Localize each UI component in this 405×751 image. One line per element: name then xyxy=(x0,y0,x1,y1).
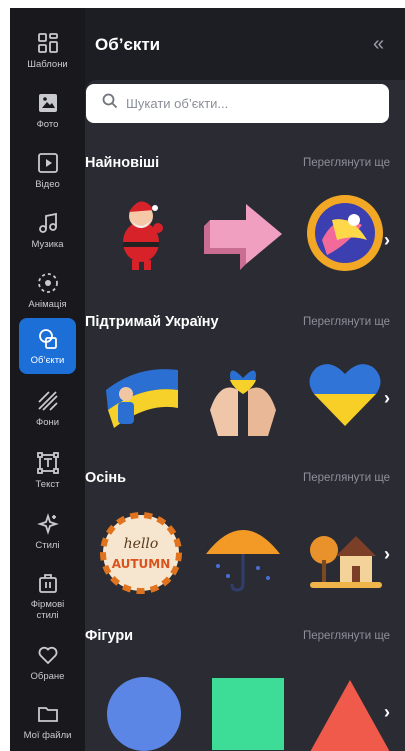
rail-label: Музика xyxy=(31,238,64,250)
animation-icon xyxy=(36,271,60,295)
rail-label: Мої файли xyxy=(23,729,72,741)
search-field[interactable] xyxy=(86,84,389,123)
shape-row xyxy=(88,676,395,751)
next-arrow-newest[interactable]: › xyxy=(384,230,395,250)
rail-item-video[interactable]: Відео xyxy=(10,140,85,200)
ukraine-heart-sticker[interactable] xyxy=(302,350,388,436)
sticker-row-newest xyxy=(88,190,395,290)
heart-icon xyxy=(36,643,60,667)
rail-label: Анімація xyxy=(28,298,67,310)
rail-label: Фони xyxy=(35,416,60,428)
rail-item-objects[interactable]: Об’єкти xyxy=(19,318,76,374)
collapse-panel-button[interactable]: « xyxy=(373,34,384,54)
video-icon xyxy=(36,151,60,175)
see-more-newest[interactable]: Переглянути ще xyxy=(303,157,390,169)
see-more-shapes[interactable]: Переглянути ще xyxy=(303,630,390,642)
objects-icon xyxy=(36,327,60,351)
blue-circle-shape[interactable] xyxy=(106,676,192,751)
rail-label: Текст xyxy=(35,478,60,490)
section-title-support-ukraine: Підтримай Україну xyxy=(85,314,219,330)
panel-title: Об’єкти xyxy=(95,35,161,54)
rail-label: Шаблони xyxy=(27,58,68,70)
santa-sticker[interactable] xyxy=(98,190,184,276)
search-icon xyxy=(102,93,118,114)
styles-icon xyxy=(36,512,60,536)
colorful-swirl-sticker[interactable] xyxy=(302,190,388,276)
see-more-support-ukraine[interactable]: Переглянути ще xyxy=(303,316,390,328)
rail-item-text[interactable]: Текст xyxy=(10,440,85,500)
next-arrow-support-ukraine[interactable]: › xyxy=(384,388,395,408)
rail-label: Об’єкти xyxy=(30,354,65,366)
left-rail: Шаблони Фото Відео Музика Анімація Об’єк… xyxy=(10,8,85,751)
music-icon xyxy=(36,211,60,235)
see-more-autumn[interactable]: Переглянути ще xyxy=(303,472,390,484)
next-arrow-shapes[interactable]: › xyxy=(384,702,395,722)
rail-label: Відео xyxy=(35,178,60,190)
rail-label: Фото xyxy=(36,118,59,130)
rail-item-templates[interactable]: Шаблони xyxy=(10,20,85,80)
autumn-house-sticker[interactable] xyxy=(302,510,388,596)
sticker-row-autumn: hello AUTUMN xyxy=(88,510,395,610)
rail-item-music[interactable]: Музика xyxy=(10,200,85,260)
rail-item-my-files[interactable]: Мої файли xyxy=(10,691,85,751)
rail-item-animation[interactable]: Анімація xyxy=(10,260,85,320)
section-title-autumn: Осінь xyxy=(85,470,127,486)
umbrella-sticker[interactable] xyxy=(200,510,286,596)
rail-item-favorites[interactable]: Обране xyxy=(10,632,85,692)
backgrounds-icon xyxy=(36,389,60,413)
hands-heart-sticker[interactable] xyxy=(200,350,286,436)
rail-label: Стилі xyxy=(35,539,60,551)
rail-item-brand-styles[interactable]: Фірмові стилі xyxy=(10,564,85,628)
green-square-shape[interactable] xyxy=(212,678,298,751)
search-input[interactable] xyxy=(126,96,366,111)
rail-item-photo[interactable]: Фото xyxy=(10,80,85,140)
autumn-text: AUTUMN xyxy=(112,557,171,571)
text-icon xyxy=(36,451,60,475)
section-title-shapes: Фігури xyxy=(85,628,134,644)
rail-item-styles[interactable]: Стилі xyxy=(10,501,85,561)
sticker-row-support-ukraine xyxy=(88,350,395,450)
red-triangle-shape[interactable] xyxy=(310,680,395,751)
rail-label: Обране xyxy=(30,670,65,682)
brand-styles-icon xyxy=(36,571,60,595)
rail-label: Фірмові стилі xyxy=(30,599,65,621)
hello-text: hello xyxy=(124,536,159,552)
flag-person-sticker[interactable] xyxy=(98,350,184,436)
panel-header: Об’єкти « xyxy=(85,8,405,80)
hello-autumn-sticker[interactable]: hello AUTUMN xyxy=(98,510,184,596)
folder-icon xyxy=(36,702,60,726)
pink-arrow-sticker[interactable] xyxy=(200,190,286,276)
rail-item-backgrounds[interactable]: Фони xyxy=(10,378,85,438)
templates-icon xyxy=(36,31,60,55)
next-arrow-autumn[interactable]: › xyxy=(384,544,395,564)
photo-icon xyxy=(36,91,60,115)
section-title-newest: Найновіші xyxy=(85,155,160,171)
